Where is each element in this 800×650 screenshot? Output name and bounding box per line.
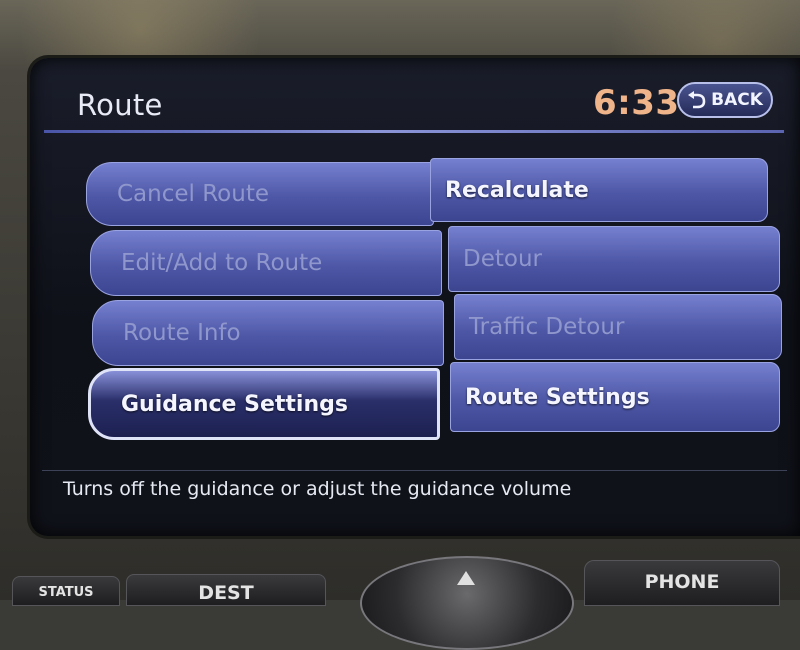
help-divider (42, 470, 787, 471)
menu-item-label: Route Settings (465, 384, 650, 410)
control-knob[interactable] (360, 556, 574, 650)
phone-button-label: PHONE (644, 571, 720, 593)
menu-item-label: Cancel Route (117, 181, 269, 207)
route-menu: Cancel Route Edit/Add to Route Route Inf… (30, 58, 800, 536)
menu-item-route-settings[interactable]: Route Settings (450, 362, 780, 432)
menu-item-label: Guidance Settings (121, 391, 348, 417)
menu-item-label: Route Info (123, 320, 241, 346)
menu-item-edit-add-to-route: Edit/Add to Route (90, 230, 442, 296)
menu-item-label: Detour (463, 246, 542, 272)
up-arrow-icon (457, 570, 475, 589)
menu-item-label: Edit/Add to Route (121, 250, 323, 276)
navigation-screen: Route 6:33 BACK Cancel Route Edit/Add to… (30, 58, 800, 536)
help-text: Turns off the guidance or adjust the gui… (63, 478, 572, 500)
menu-item-traffic-detour: Traffic Detour (454, 294, 782, 360)
phone-hardware-button[interactable]: PHONE (584, 560, 780, 606)
menu-item-recalculate[interactable]: Recalculate (430, 158, 768, 222)
status-button-label: STATUS (38, 585, 94, 600)
menu-item-cancel-route: Cancel Route (86, 162, 434, 226)
status-hardware-button[interactable]: STATUS (12, 576, 120, 606)
menu-item-label: Traffic Detour (469, 314, 625, 340)
menu-item-detour: Detour (448, 226, 780, 292)
menu-item-route-info: Route Info (92, 300, 444, 366)
menu-item-label: Recalculate (445, 177, 589, 203)
menu-item-guidance-settings[interactable]: Guidance Settings (88, 368, 440, 440)
dest-hardware-button[interactable]: DEST (126, 574, 326, 606)
dest-button-label: DEST (198, 582, 254, 604)
